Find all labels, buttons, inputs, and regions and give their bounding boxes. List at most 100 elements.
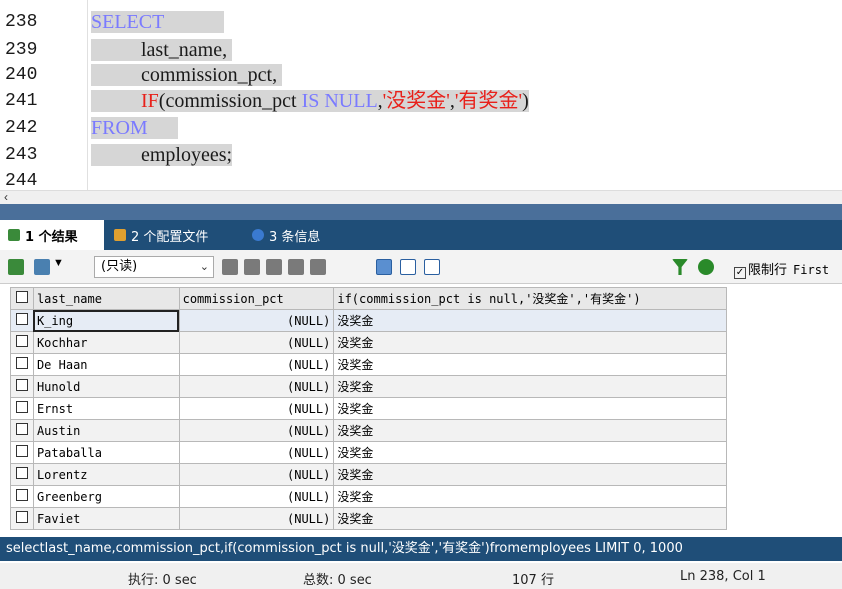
cell-last-name[interactable]: Greenberg (32, 485, 180, 508)
cell-commission-pct[interactable]: (NULL) (178, 485, 335, 508)
keyword-select: SELECT (91, 11, 164, 33)
result-tabs: 1 个结果 2 个配置文件 3 条信息 (0, 220, 842, 250)
table-row[interactable]: Kochhar (NULL) 没奖金 (10, 331, 727, 354)
table-row[interactable]: Hunold (NULL) 没奖金 (10, 375, 727, 398)
row-checkbox[interactable] (10, 309, 34, 332)
cell-last-name[interactable]: Lorentz (32, 463, 180, 486)
cell-commission-pct[interactable]: (NULL) (178, 419, 335, 442)
cell-if-result[interactable]: 没奖金 (333, 507, 727, 530)
view-mode-icon[interactable] (34, 259, 50, 275)
string-literal: '有奖金' (454, 90, 523, 112)
cell-last-name[interactable]: De Haan (32, 353, 180, 376)
row-checkbox[interactable] (10, 485, 34, 508)
chevron-down-icon: ⌄ (199, 260, 209, 273)
export-grid-icon[interactable] (8, 259, 24, 275)
cell-commission-pct[interactable]: (NULL) (178, 507, 335, 530)
limit-rows-toggle[interactable]: ✓ 限制行 First (734, 259, 829, 279)
cell-if-result[interactable]: 没奖金 (333, 375, 727, 398)
code-line[interactable]: IF(commission_pct IS NULL,'没奖金','有奖金') (91, 90, 529, 113)
row-count: 107 行 (512, 573, 554, 588)
dropdown-arrow-icon[interactable]: ▼ (53, 257, 64, 269)
function-if: IF (141, 90, 159, 112)
insert-row-icon[interactable] (222, 259, 238, 275)
filter-icon[interactable] (672, 259, 688, 275)
cell-last-name[interactable]: K_ing (32, 309, 180, 332)
cell-last-name[interactable]: Pataballa (32, 441, 180, 464)
column-header[interactable]: commission_pct (178, 287, 335, 310)
table-row[interactable]: Faviet (NULL) 没奖金 (10, 507, 727, 530)
code-line[interactable]: employees; (91, 144, 233, 167)
refresh-icon[interactable] (698, 259, 714, 275)
cell-commission-pct[interactable]: (NULL) (178, 463, 335, 486)
checkbox-checked-icon[interactable]: ✓ (734, 267, 746, 279)
cell-last-name[interactable]: Hunold (32, 375, 180, 398)
cell-commission-pct[interactable]: (NULL) (178, 331, 335, 354)
select-all-checkbox[interactable] (10, 287, 34, 310)
grid-view-icon[interactable] (376, 259, 392, 275)
sql-editor[interactable]: 237 # 238 SELECT 239 last_name, 240 comm… (0, 0, 842, 190)
tab-messages[interactable]: 3 条信息 (244, 220, 340, 250)
cell-commission-pct[interactable]: (NULL) (178, 441, 335, 464)
row-checkbox[interactable] (10, 397, 34, 420)
cell-last-name[interactable]: Ernst (32, 397, 180, 420)
cell-last-name[interactable]: Austin (32, 419, 180, 442)
cell-if-result[interactable]: 没奖金 (333, 463, 727, 486)
cancel-changes-icon[interactable] (310, 259, 326, 275)
cell-commission-pct[interactable]: (NULL) (178, 353, 335, 376)
comment-line: # (91, 0, 101, 5)
column-header[interactable]: if(commission_pct is null,'没奖金','有奖金') (333, 287, 727, 310)
cell-last-name[interactable]: Faviet (32, 507, 180, 530)
code-line[interactable]: FROM (91, 117, 178, 140)
cell-if-result[interactable]: 没奖金 (333, 397, 727, 420)
delete-icon[interactable] (288, 259, 304, 275)
cell-if-result[interactable]: 没奖金 (333, 309, 727, 332)
table-row[interactable]: Ernst (NULL) 没奖金 (10, 397, 727, 420)
table-row[interactable]: Austin (NULL) 没奖金 (10, 419, 727, 442)
total-time: 总数: 0 sec (303, 573, 372, 588)
tab-results[interactable]: 1 个结果 (0, 220, 104, 250)
table-row[interactable]: Greenberg (NULL) 没奖金 (10, 485, 727, 508)
save-icon[interactable] (266, 259, 282, 275)
result-toolbar: ▼ (只读) ⌄ ✓ 限制行 First (0, 250, 842, 284)
row-checkbox[interactable] (10, 331, 34, 354)
form-view-icon[interactable] (400, 259, 416, 275)
readonly-mode-select[interactable]: (只读) ⌄ (94, 256, 214, 278)
tab-profiles[interactable]: 2 个配置文件 (106, 220, 242, 250)
code-line[interactable]: commission_pct, (91, 64, 283, 87)
line-number: 243 (5, 145, 38, 165)
panel-splitter[interactable] (0, 204, 842, 220)
row-checkbox[interactable] (10, 507, 34, 530)
cell-if-result[interactable]: 没奖金 (333, 331, 727, 354)
table-row[interactable]: K_ing (NULL) 没奖金 (10, 309, 727, 332)
row-checkbox[interactable] (10, 463, 34, 486)
table-row[interactable]: Pataballa (NULL) 没奖金 (10, 441, 727, 464)
code-line[interactable]: SELECT (91, 11, 224, 34)
horizontal-scrollbar[interactable]: ‹ (0, 190, 842, 204)
cell-last-name[interactable]: Kochhar (32, 331, 180, 354)
cell-if-result[interactable]: 没奖金 (333, 419, 727, 442)
column-header[interactable]: last_name (32, 287, 180, 310)
line-number: 237 (5, 0, 37, 7)
row-checkbox[interactable] (10, 375, 34, 398)
cell-commission-pct[interactable]: (NULL) (178, 309, 335, 332)
scroll-left-icon[interactable]: ‹ (4, 190, 8, 204)
cell-if-result[interactable]: 没奖金 (333, 485, 727, 508)
cell-if-result[interactable]: 没奖金 (333, 353, 727, 376)
cell-commission-pct[interactable]: (NULL) (178, 397, 335, 420)
keyword-is-null: IS NULL (301, 90, 378, 112)
row-checkbox[interactable] (10, 441, 34, 464)
text-view-icon[interactable] (424, 259, 440, 275)
code-line[interactable]: last_name, (91, 39, 233, 62)
info-icon (252, 229, 264, 241)
result-grid[interactable]: last_name commission_pct if(commission_p… (10, 287, 727, 535)
cell-commission-pct[interactable]: (NULL) (178, 375, 335, 398)
row-checkbox[interactable] (10, 353, 34, 376)
row-checkbox[interactable] (10, 419, 34, 442)
table-row[interactable]: Lorentz (NULL) 没奖金 (10, 463, 727, 486)
identifier: last_name, (141, 39, 228, 61)
profile-icon (114, 229, 126, 241)
duplicate-row-icon[interactable] (244, 259, 260, 275)
cell-if-result[interactable]: 没奖金 (333, 441, 727, 464)
exec-time: 执行: 0 sec (128, 573, 197, 588)
table-row[interactable]: De Haan (NULL) 没奖金 (10, 353, 727, 376)
